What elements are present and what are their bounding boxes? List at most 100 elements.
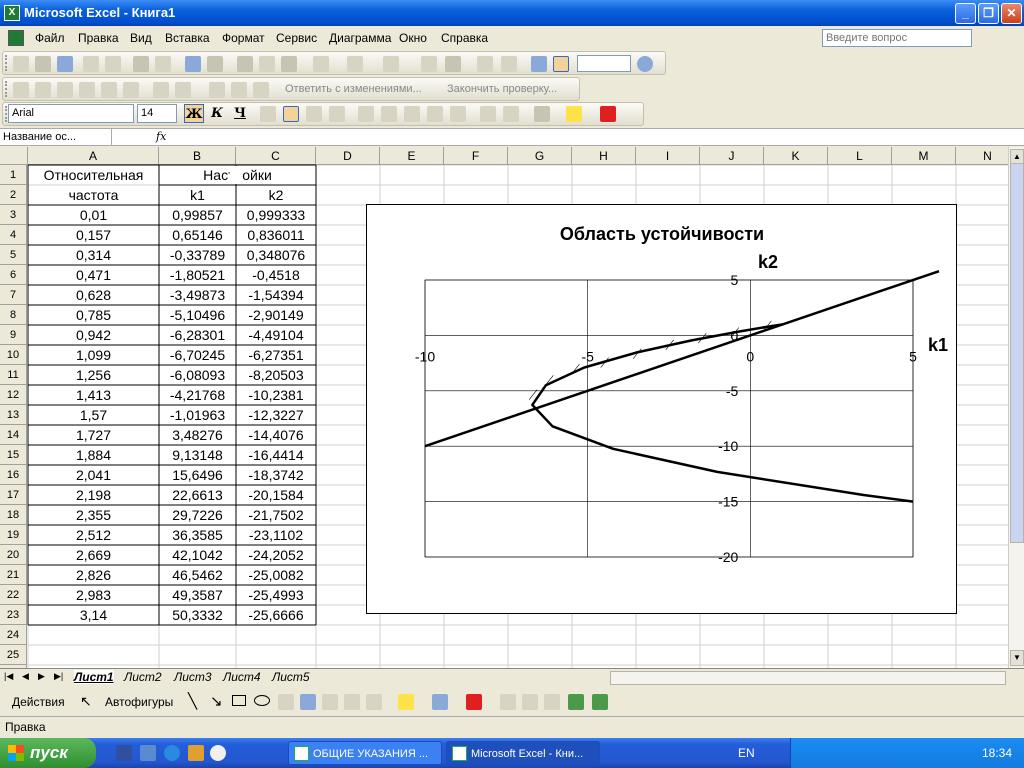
reply-with-changes-button[interactable]: Ответить с изменениями... (285, 83, 422, 95)
cell-freq[interactable]: 0,471 (28, 265, 159, 285)
cell-B2[interactable]: k1 (159, 185, 236, 205)
cell-k2[interactable]: -23,1102 (236, 525, 316, 545)
cell-A1[interactable]: Относительная (28, 165, 159, 185)
sheet-tab-4[interactable]: Лист4 (223, 670, 261, 684)
cell-freq[interactable]: 0,785 (28, 305, 159, 325)
cell-k2[interactable]: -10,2381 (236, 385, 316, 405)
sheet-nav-prev-icon[interactable]: ◀ (22, 671, 29, 682)
menu-view[interactable]: Вид (130, 31, 152, 45)
drawing-icon[interactable] (553, 56, 569, 72)
cell-k2[interactable]: -25,4993 (236, 585, 316, 605)
cell-freq[interactable]: 1,727 (28, 425, 159, 445)
print-icon[interactable] (133, 56, 149, 72)
row-header-3[interactable]: 3 (0, 205, 27, 225)
column-header-N[interactable]: N (956, 147, 1008, 165)
rectangle-tool-icon[interactable] (232, 695, 246, 706)
row-header-5[interactable]: 5 (0, 245, 27, 265)
format-painter-icon[interactable] (313, 56, 329, 72)
cell-k1[interactable]: 22,6613 (159, 485, 236, 505)
next-comment-icon[interactable] (57, 82, 73, 98)
cell-k2[interactable]: -14,4076 (236, 425, 316, 445)
chart-object[interactable]: Область устойчивости k2 k1 -10 -5 0 5 5 0 -5 -1… (366, 204, 957, 614)
cell-k1[interactable]: -0,33789 (159, 245, 236, 265)
row-header-17[interactable]: 17 (0, 485, 27, 505)
close-button[interactable]: ✕ (1001, 3, 1022, 24)
column-header-I[interactable]: I (636, 147, 700, 165)
cell-k1[interactable]: 42,1042 (159, 545, 236, 565)
menu-help[interactable]: Справка (441, 31, 488, 45)
column-header-J[interactable]: J (700, 147, 764, 165)
comment-icon[interactable] (13, 82, 29, 98)
spelling-icon[interactable] (185, 56, 201, 72)
row-header-16[interactable]: 16 (0, 465, 27, 485)
cell-freq[interactable]: 2,983 (28, 585, 159, 605)
track-changes-icon[interactable] (209, 82, 225, 98)
cell-k2[interactable]: -8,20503 (236, 365, 316, 385)
comma-style-icon[interactable] (404, 106, 420, 122)
sheet-nav-next-icon[interactable]: ▶ (38, 671, 45, 682)
insert-function-icon[interactable]: fx (156, 129, 166, 145)
cell-k2[interactable]: -25,0082 (236, 565, 316, 585)
prev-comment-icon[interactable] (35, 82, 51, 98)
menu-format[interactable]: Формат (222, 31, 265, 45)
font-color-draw-icon[interactable] (466, 694, 482, 710)
menu-window[interactable]: Окно (399, 31, 427, 45)
cell-k2[interactable]: -25,6666 (236, 605, 316, 625)
clock[interactable]: 18:34 (982, 746, 1012, 760)
cell-freq[interactable]: 1,099 (28, 345, 159, 365)
ie-icon[interactable] (164, 745, 180, 761)
line-tool-icon[interactable]: ╲ (188, 692, 197, 710)
oval-tool-icon[interactable] (254, 695, 270, 706)
sort-ascending-icon[interactable] (477, 56, 493, 72)
align-center-icon[interactable] (283, 106, 299, 122)
cell-k2[interactable]: -16,4414 (236, 445, 316, 465)
sort-descending-icon[interactable] (501, 56, 517, 72)
media-player-icon[interactable] (210, 745, 226, 761)
clipart-tool-icon[interactable] (344, 694, 360, 710)
cell-k2[interactable]: -20,1584 (236, 485, 316, 505)
row-header-25[interactable]: 25 (0, 645, 27, 665)
cell-freq[interactable]: 2,826 (28, 565, 159, 585)
cell-k2[interactable]: -12,3227 (236, 405, 316, 425)
row-header-7[interactable]: 7 (0, 285, 27, 305)
cell-freq[interactable]: 0,01 (28, 205, 159, 225)
cell-A2[interactable]: частота (28, 185, 159, 205)
cell-freq[interactable]: 2,669 (28, 545, 159, 565)
cell-k1[interactable]: -3,49873 (159, 285, 236, 305)
textbox-tool-icon[interactable] (278, 694, 294, 710)
row-header-11[interactable]: 11 (0, 365, 27, 385)
share-icon[interactable] (253, 82, 269, 98)
3d-style-icon[interactable] (592, 694, 608, 710)
cell-freq[interactable]: 2,198 (28, 485, 159, 505)
autosum-icon[interactable] (445, 56, 461, 72)
start-button[interactable]: пуск (0, 738, 96, 768)
show-all-comments-icon[interactable] (101, 82, 117, 98)
currency-icon[interactable] (358, 106, 374, 122)
line-style-icon[interactable] (500, 694, 516, 710)
row-header-19[interactable]: 19 (0, 525, 27, 545)
undo-icon[interactable] (347, 56, 363, 72)
email-icon[interactable] (105, 56, 121, 72)
row-header-2[interactable]: 2 (0, 185, 27, 205)
percent-icon[interactable] (381, 106, 397, 122)
column-header-L[interactable]: L (828, 147, 892, 165)
copy-icon[interactable] (259, 56, 275, 72)
fill-color-icon[interactable] (566, 106, 582, 122)
cell-freq[interactable]: 2,041 (28, 465, 159, 485)
dash-style-icon[interactable] (522, 694, 538, 710)
task-excel[interactable]: Microsoft Excel - Кни... (446, 741, 600, 765)
protect-icon[interactable] (231, 82, 247, 98)
quicklaunch-icon-1[interactable] (116, 745, 132, 761)
task-word-doc[interactable]: ОБЩИЕ УКАЗАНИЯ ... (288, 741, 442, 765)
row-header-12[interactable]: 12 (0, 385, 27, 405)
cell-k1[interactable]: 0,65146 (159, 225, 236, 245)
menu-tools[interactable]: Сервис (276, 31, 317, 45)
toolbar-grip[interactable] (5, 81, 8, 97)
cell-freq[interactable]: 2,355 (28, 505, 159, 525)
delete-ink-icon[interactable] (175, 82, 191, 98)
row-header-14[interactable]: 14 (0, 425, 27, 445)
sheet-tab-2[interactable]: Лист2 (124, 670, 162, 684)
decrease-decimal-icon[interactable] (450, 106, 466, 122)
cell-k2[interactable]: -1,54394 (236, 285, 316, 305)
row-header-4[interactable]: 4 (0, 225, 27, 245)
